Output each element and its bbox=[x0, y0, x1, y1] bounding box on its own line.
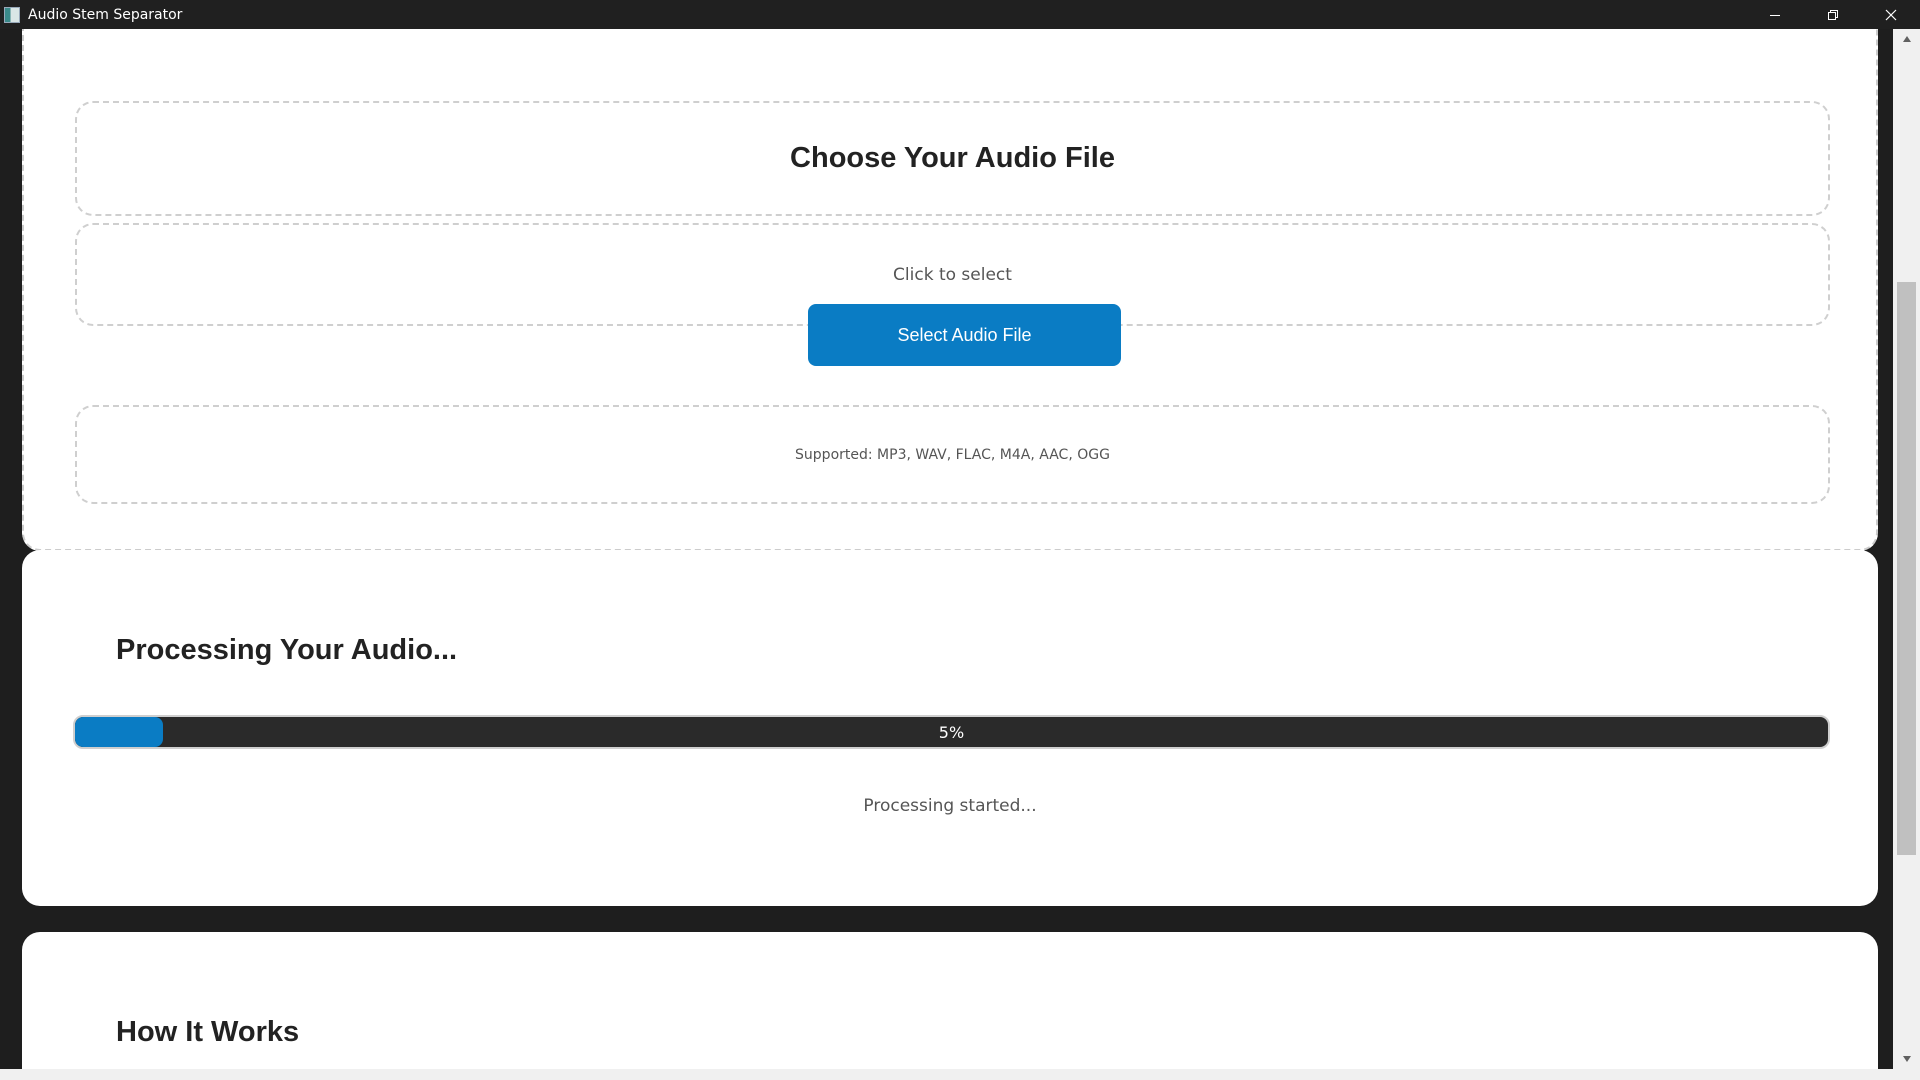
window-bottom-edge bbox=[0, 1069, 1920, 1080]
app-icon bbox=[4, 6, 20, 23]
window-controls bbox=[1746, 0, 1920, 29]
select-audio-file-button[interactable]: Select Audio File bbox=[808, 304, 1121, 366]
scroll-up-icon bbox=[1902, 36, 1911, 42]
minimize-icon bbox=[1770, 14, 1780, 16]
supported-formats-text: Supported: MP3, WAV, FLAC, M4A, AAC, OGG bbox=[795, 446, 1110, 463]
click-to-select-text: Click to select bbox=[893, 264, 1012, 285]
upload-title-box: Choose Your Audio File bbox=[75, 101, 1830, 216]
close-button[interactable] bbox=[1862, 0, 1920, 29]
restore-button[interactable] bbox=[1804, 0, 1862, 29]
upload-title: Choose Your Audio File bbox=[790, 142, 1115, 174]
main-content: Choose Your Audio File Click to select S… bbox=[11, 29, 1893, 1069]
processing-heading: Processing Your Audio... bbox=[116, 634, 458, 666]
how-it-works-heading: How It Works bbox=[116, 1016, 300, 1048]
scroll-down-button[interactable] bbox=[1893, 1049, 1920, 1069]
vertical-scrollbar[interactable] bbox=[1893, 29, 1920, 1069]
close-icon bbox=[1885, 9, 1897, 20]
scroll-up-button[interactable] bbox=[1893, 29, 1920, 49]
minimize-button[interactable] bbox=[1746, 0, 1804, 29]
processing-card: Processing Your Audio... 5% Processing s… bbox=[22, 550, 1878, 906]
restore-icon bbox=[1828, 9, 1838, 20]
upload-card: Choose Your Audio File Click to select S… bbox=[22, 29, 1878, 551]
scroll-down-icon bbox=[1902, 1056, 1911, 1062]
how-it-works-card: How It Works bbox=[22, 932, 1878, 1069]
progress-percent-label: 5% bbox=[938, 722, 965, 742]
progress-bar: 5% bbox=[73, 715, 1830, 749]
window-titlebar: Audio Stem Separator bbox=[0, 0, 1920, 29]
window-title: Audio Stem Separator bbox=[28, 6, 183, 23]
processing-status-text: Processing started... bbox=[863, 796, 1037, 816]
supported-formats-box: Supported: MP3, WAV, FLAC, M4A, AAC, OGG bbox=[75, 405, 1830, 504]
scrollbar-thumb[interactable] bbox=[1897, 282, 1916, 855]
